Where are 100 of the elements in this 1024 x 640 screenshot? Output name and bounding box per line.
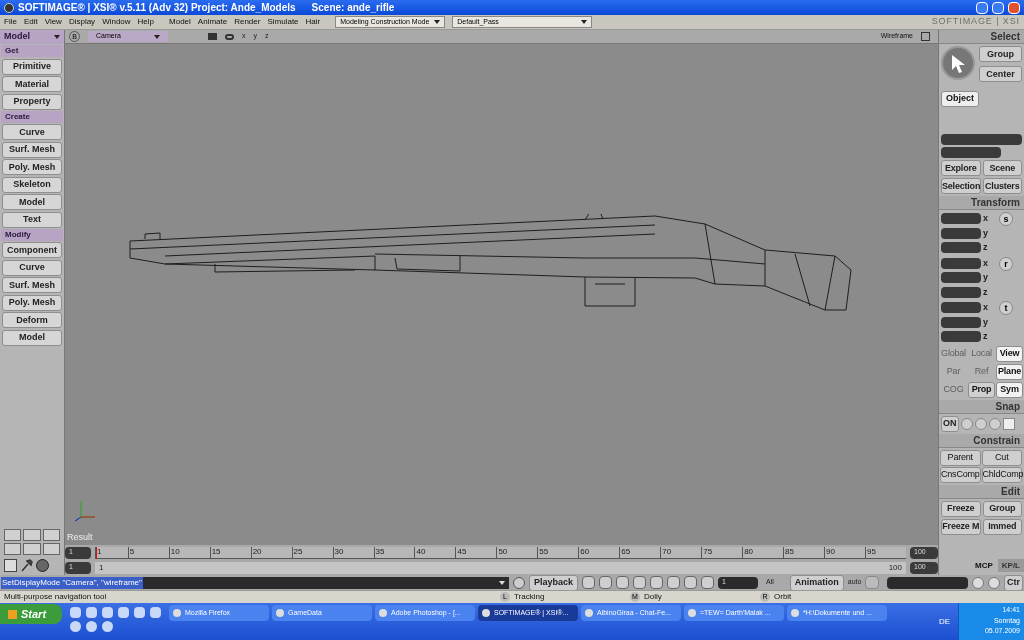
value-field[interactable] bbox=[941, 331, 981, 343]
transform-option-button[interactable]: View bbox=[996, 345, 1023, 362]
layout-icon[interactable] bbox=[4, 529, 22, 541]
edit-button[interactable]: Freeze M bbox=[941, 518, 981, 535]
layout-icon[interactable] bbox=[42, 543, 60, 555]
menu-item[interactable]: View bbox=[44, 16, 62, 28]
value-field[interactable] bbox=[887, 576, 968, 589]
value-field[interactable] bbox=[941, 302, 981, 314]
edit-button[interactable]: Group bbox=[982, 500, 1022, 517]
selection-field[interactable] bbox=[941, 147, 1001, 158]
frame-label: 30 bbox=[332, 546, 344, 559]
frame-label: 40 bbox=[414, 546, 426, 559]
menu-button[interactable]: Material bbox=[2, 76, 62, 92]
menu-button[interactable]: Surf. Mesh bbox=[2, 141, 62, 158]
menu-button[interactable]: Poly. Mesh bbox=[2, 294, 62, 311]
edit-button[interactable]: Immed bbox=[982, 518, 1022, 535]
grid-icon[interactable] bbox=[1002, 417, 1015, 430]
value-field[interactable] bbox=[941, 242, 981, 254]
menu-item[interactable]: Window bbox=[102, 16, 131, 28]
menu-button[interactable]: Curve bbox=[2, 124, 62, 140]
constrain-button[interactable]: Parent bbox=[940, 449, 981, 466]
command-field[interactable]: SetDisplayMode "Camera", "wireframe" bbox=[1, 576, 509, 589]
transform-option-button[interactable]: Sym bbox=[996, 381, 1023, 398]
caret-icon bbox=[581, 20, 588, 24]
menu-item[interactable]: Help bbox=[137, 16, 155, 28]
constrain-button[interactable]: CnsComp bbox=[940, 466, 981, 483]
menu-item[interactable]: Hair bbox=[305, 16, 321, 28]
axis-button[interactable]: y bbox=[983, 315, 997, 329]
frame-label: 55 bbox=[537, 546, 549, 559]
menu-item[interactable]: Simulate bbox=[267, 16, 299, 28]
menu-button[interactable]: Model bbox=[2, 194, 62, 210]
selection-field[interactable] bbox=[941, 134, 1022, 145]
menu-button[interactable]: Component bbox=[2, 242, 62, 258]
value-field[interactable] bbox=[941, 272, 981, 284]
menu-button[interactable]: Poly. Mesh bbox=[2, 159, 62, 175]
axis-button[interactable]: z bbox=[983, 241, 997, 255]
edit-button[interactable]: Freeze bbox=[941, 500, 981, 517]
caret-icon bbox=[434, 20, 441, 24]
layout-icon[interactable] bbox=[23, 543, 41, 555]
section-header: Create bbox=[1, 110, 63, 123]
frame-label: 15 bbox=[209, 546, 221, 559]
frame-label: 60 bbox=[578, 546, 590, 559]
menu-button[interactable]: Deform bbox=[2, 312, 62, 328]
value-field[interactable] bbox=[941, 227, 981, 239]
menu-button[interactable]: Model bbox=[2, 329, 62, 346]
menu-button[interactable]: Curve bbox=[2, 259, 62, 276]
object-filter-button[interactable]: Object bbox=[941, 90, 979, 107]
layout-icon[interactable] bbox=[4, 543, 22, 555]
frame-label: 75 bbox=[701, 546, 713, 559]
menu-button[interactable]: Surf. Mesh bbox=[2, 277, 62, 293]
axis-button[interactable]: z bbox=[983, 285, 997, 299]
section-header: Edit bbox=[939, 484, 1024, 499]
axis-button[interactable]: z bbox=[983, 330, 997, 344]
menu-button[interactable]: Skeleton bbox=[2, 176, 62, 193]
frame-label: 95 bbox=[865, 546, 876, 559]
menu-item[interactable]: Render bbox=[234, 16, 261, 28]
select-mode-button[interactable]: Group bbox=[979, 46, 1022, 62]
select-tool-button[interactable]: Clusters bbox=[982, 178, 1022, 194]
frame-label: 5 bbox=[127, 546, 135, 559]
panel-tab[interactable]: KP/L bbox=[997, 559, 1024, 572]
value-field[interactable] bbox=[941, 213, 981, 225]
menu-item[interactable]: Display bbox=[68, 16, 96, 28]
range-slider[interactable]: 1 100 bbox=[95, 561, 906, 574]
transform-mode-button[interactable]: r bbox=[999, 256, 1013, 271]
constrain-button[interactable]: ChldComp bbox=[981, 466, 1022, 483]
language-indicator[interactable]: DE bbox=[938, 615, 950, 628]
menu-item[interactable]: File bbox=[4, 16, 17, 28]
menu-item[interactable]: Animate bbox=[197, 16, 228, 28]
transform-mode-button[interactable]: s bbox=[999, 212, 1013, 226]
status-message: Multi-purpose navigation tool bbox=[3, 591, 108, 603]
value-field[interactable] bbox=[941, 316, 981, 328]
transform-option-button[interactable]: Plane bbox=[996, 363, 1023, 380]
menu-item[interactable]: Edit bbox=[23, 16, 38, 28]
constrain-button[interactable]: Cut bbox=[981, 449, 1022, 466]
select-tool-button[interactable]: Explore bbox=[941, 160, 981, 176]
select-mode-button[interactable]: Center bbox=[979, 66, 1022, 82]
axis-button[interactable]: y bbox=[983, 271, 997, 285]
axis-button[interactable]: y bbox=[983, 226, 997, 240]
select-tool-button[interactable]: Selection bbox=[941, 178, 981, 194]
menu-button[interactable]: Text bbox=[2, 211, 62, 228]
transform-mode-button[interactable]: t bbox=[999, 301, 1013, 315]
value-field[interactable] bbox=[941, 257, 981, 269]
axis-button[interactable]: x bbox=[983, 212, 997, 226]
menu-button[interactable]: Primitive bbox=[2, 58, 62, 75]
select-tool-button[interactable]: Scene bbox=[982, 160, 1022, 176]
range-end-label: 100 bbox=[888, 561, 902, 574]
menu-button[interactable]: Property bbox=[2, 93, 62, 110]
layout-icon[interactable] bbox=[23, 529, 41, 541]
value-field[interactable] bbox=[941, 286, 981, 298]
wrench-icon[interactable] bbox=[20, 559, 33, 572]
module-dropdown[interactable]: Model bbox=[0, 30, 64, 44]
menu-item[interactable]: Model bbox=[169, 16, 191, 28]
scene-name: Scene: ande_rifle bbox=[311, 1, 395, 15]
layout-icon[interactable] bbox=[42, 529, 60, 541]
axis-button[interactable]: x bbox=[983, 256, 997, 270]
frame-label: 85 bbox=[783, 546, 794, 559]
axis-button[interactable]: x bbox=[983, 301, 997, 315]
transform-option-button[interactable]: Prop bbox=[968, 381, 995, 398]
maximize-view-icon[interactable] bbox=[921, 32, 930, 41]
snap-toggle[interactable]: ON bbox=[941, 415, 959, 432]
